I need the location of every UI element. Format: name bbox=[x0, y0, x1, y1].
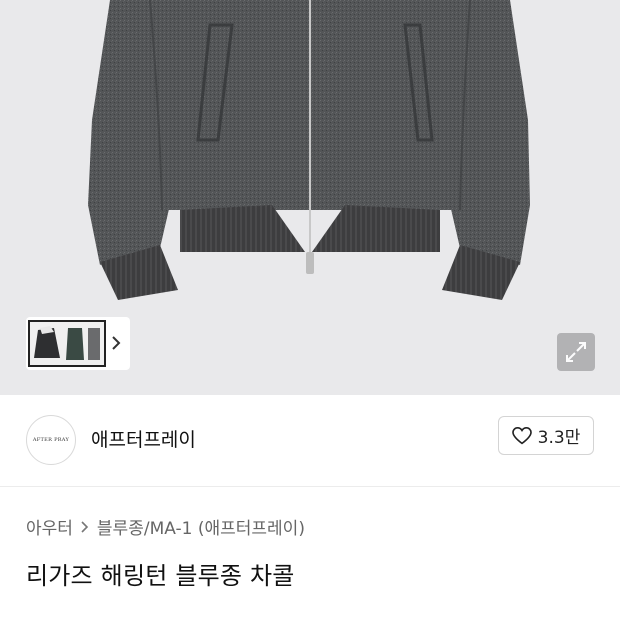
thumbnail-next-button[interactable] bbox=[108, 331, 124, 355]
thumbnail-image bbox=[30, 322, 104, 365]
product-image-gallery[interactable] bbox=[0, 0, 620, 395]
seller-logo: AFTER PRAY bbox=[32, 437, 70, 443]
breadcrumb-item-category[interactable]: 아우터 bbox=[26, 514, 73, 539]
thumbnail-strip[interactable] bbox=[26, 317, 130, 370]
like-button[interactable]: 3.3만 bbox=[498, 416, 594, 455]
seller-name[interactable]: 애프터프레이 bbox=[91, 425, 196, 452]
seller-avatar[interactable]: AFTER PRAY bbox=[26, 415, 76, 465]
seller-row: AFTER PRAY 애프터프레이 3.3만 bbox=[0, 395, 620, 487]
heart-outline-icon bbox=[511, 426, 532, 444]
chevron-right-icon bbox=[81, 520, 89, 533]
expand-arrows-icon bbox=[566, 342, 586, 362]
thumbnail-selected[interactable] bbox=[28, 320, 106, 367]
expand-image-button[interactable] bbox=[557, 333, 595, 371]
breadcrumb-item-subcategory[interactable]: 블루종/MA-1 (애프터프레이) bbox=[97, 514, 305, 539]
chevron-right-icon bbox=[112, 336, 121, 350]
breadcrumb: 아우터 블루종/MA-1 (애프터프레이) bbox=[26, 514, 305, 539]
product-title: 리가즈 해링턴 블루종 차콜 bbox=[26, 562, 295, 590]
like-count: 3.3만 bbox=[537, 428, 581, 448]
